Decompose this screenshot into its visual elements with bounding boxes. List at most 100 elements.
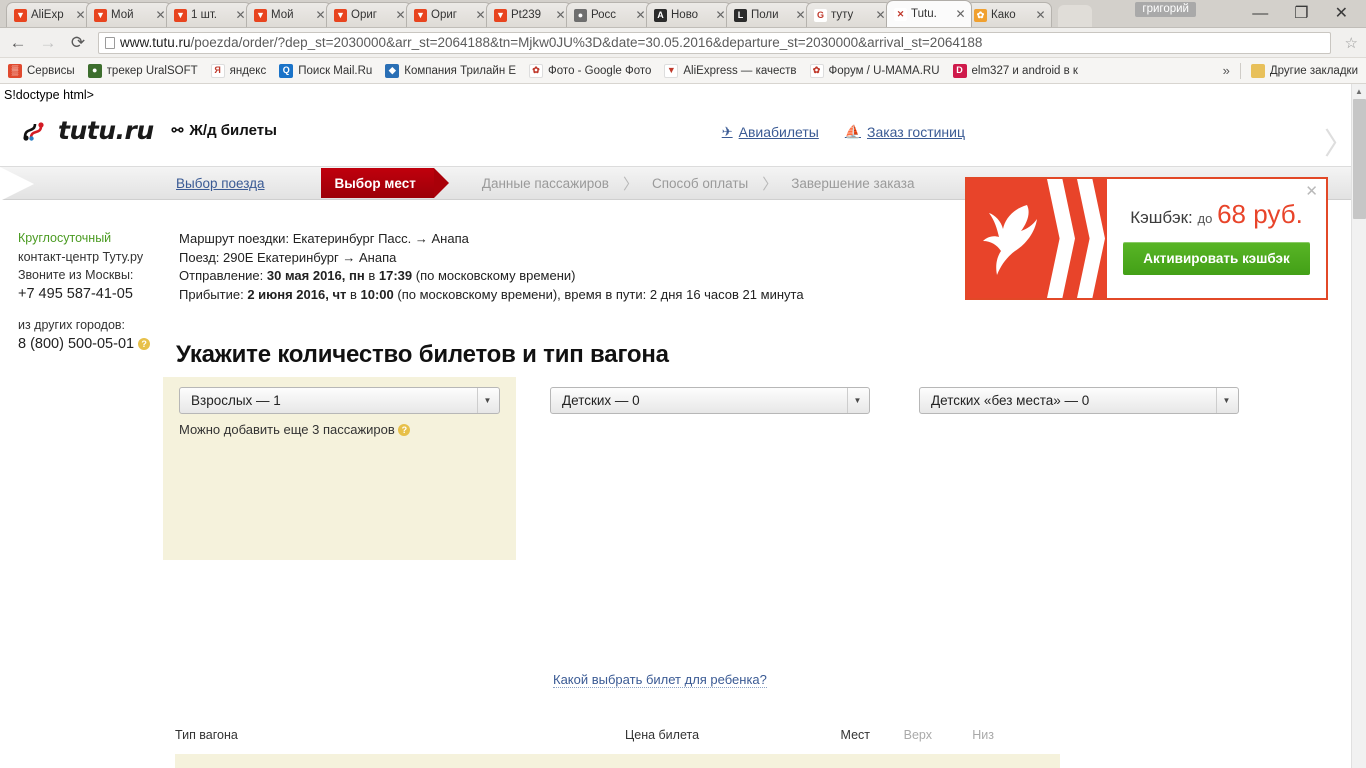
trip-arrival-note: (по московскому времени), время в пути: … [397,286,804,302]
browser-tab[interactable]: L Поли ✕ [726,2,812,27]
url-text: www.tutu.ru/poezda/order/?dep_st=2030000… [120,35,982,50]
bookmarks-right: » Другие закладки [1223,62,1358,79]
tutu-page: tutu.ru ⚯ Ж/д билеты ✈ Авиабилеты ⛵ Заказ … [0,84,1354,768]
chevron-down-icon-3: ▼ [1216,388,1236,413]
scrollbar-thumb[interactable] [1353,99,1366,219]
tab-title: Ориг [351,9,377,21]
step-separator-icon: 〉 [622,175,638,193]
browser-tab[interactable]: ▼ 1 шт. ✕ [166,2,252,27]
google-icon: G [814,8,827,22]
bookmarks-bar: ▒ Сервисы ● трекер UralSOFT Яяндекс Q Поиск Ma… [0,58,1366,84]
trip-arrival-time: 10:00 [360,286,394,302]
site-logo[interactable]: tutu.ru ⚯ Ж/д билеты [22,116,277,145]
cashback-ad-banner[interactable]: ✕ Кэшбэк: до 68 руб. Активировать кэшбэк [965,177,1328,300]
trip-train-label: Поезд: [179,249,220,265]
step-choose-train-label[interactable]: Выбор поезда [176,176,265,191]
window-controls: — ❐ ✕ [1252,0,1360,28]
browser-tab[interactable]: ▼ Ориг ✕ [326,2,412,27]
trip-train-row: Поезд: 290Е Екатеринбург → Анапа [179,249,804,268]
new-tab-button[interactable] [1058,5,1092,27]
chevron-down-icon: ▼ [477,388,497,413]
ad-close-icon[interactable]: ✕ [1305,182,1318,200]
site-top-nav: ✈ Авиабилеты ⛵ Заказ гостиниц [722,124,965,140]
help-icon[interactable]: ? [138,337,151,350]
browser-tab[interactable]: A Ново ✕ [646,2,732,27]
address-bar[interactable]: www.tutu.ru/poezda/order/?dep_st=2030000… [98,31,1331,54]
bookmark-item[interactable]: ✿ Фото - Google Фото [529,63,651,78]
nav-link-avia[interactable]: ✈ Авиабилеты [722,124,819,140]
trip-departure-label: Отправление: [179,268,264,283]
step-payment-method: Способ оплаты [652,176,748,191]
bookmark-label: Поиск Mail.Ru [298,64,373,77]
site-header: tutu.ru ⚯ Ж/д билеты ✈ Авиабилеты ⛵ Заказ … [0,112,1351,160]
bookmark-item[interactable]: ● трекер UralSOFT [87,63,198,78]
contact-line-2: контакт-центр Туту.ру [18,249,144,264]
trip-departure-mid: в [368,268,376,283]
back-arrow-icon[interactable]: ← [8,33,28,53]
wagon-types-table: Тип вагона Цена билета Мест Верх Низ Пла… [175,728,1060,768]
other-bookmarks-button[interactable]: Другие закладки [1250,63,1358,78]
tab-title: Pt239 [511,9,542,21]
browser-tab[interactable]: ▼ Pt239 ✕ [486,2,572,27]
tutu-logo-icon [22,119,46,143]
header-upper: Верх [903,728,932,742]
tab-close-icon[interactable]: ✕ [954,8,967,21]
activate-cashback-button[interactable]: Активировать кэшбэк [1123,241,1310,275]
ad-content: ✕ Кэшбэк: до 68 руб. Активировать кэшбэк [1107,179,1326,298]
bookmark-item[interactable]: ▒ Сервисы [8,63,75,78]
nav-link-hotels[interactable]: ⛵ Заказ гостиниц [845,124,965,140]
header-lower: Низ [972,728,994,742]
step-passenger-data-label: Данные пассажиров [481,175,609,191]
scroll-up-icon[interactable]: ▲ [1352,84,1366,99]
maximize-icon[interactable]: ❐ [1294,6,1308,22]
nav-link-avia-label: Авиабилеты [738,124,819,140]
nav-link-hotels-label: Заказ гостиниц [867,124,965,140]
page-scrollbar[interactable]: ▲ [1351,84,1366,768]
adults-select[interactable]: Взрослых — 1 ▼ [179,387,500,414]
google-photos-icon: ✿ [529,63,544,78]
browser-tab-active[interactable]: ✕ Tutu. ✕ [886,0,972,27]
bookmarks-overflow-icon[interactable]: » [1223,63,1230,78]
bookmark-label: Форум / U-MAMA.RU [828,64,940,77]
browser-tab[interactable]: ▼ Ориг ✕ [406,2,492,27]
table-row[interactable]: Плацкарт (3Л) 5 469 руб. 70 57 13 ФПК [175,754,1060,768]
help-icon-hint[interactable]: ? [398,424,411,436]
browser-tab[interactable]: Gтуту ✕ [806,2,892,27]
minimize-icon[interactable]: — [1252,6,1268,22]
section-label-group: ⚯ Ж/д билеты [172,122,277,139]
browser-tab[interactable]: ▼ AliExp ✕ [6,2,92,27]
bookmark-item[interactable]: ◆ Компания Трилайн Е [385,63,516,78]
other-bookmarks-label: Другие закладки [1269,64,1358,77]
bookmark-item[interactable]: Delm327 и android в к [952,63,1078,78]
infants-select[interactable]: Детских «без места» — 0 ▼ [919,387,1239,414]
child-ticket-link[interactable]: Какой выбрать билет для ребенка? [553,672,767,688]
tab-close-icon[interactable]: ✕ [1034,9,1047,22]
aliexpress-icon: ▼ [664,63,679,78]
bookmark-item[interactable]: ✿ Форум / U-MAMA.RU [809,63,940,78]
bookmark-item[interactable]: Q Поиск Mail.Ru [279,63,373,78]
trip-details: Маршрут поездки: Екатеринбург Пасс. → Ан… [179,230,804,304]
bookmark-item[interactable]: ▼ AliExpress — качеств [664,63,797,78]
tab-title: туту [831,9,854,21]
contact-sidebar: Круглосуточный контакт-центр Туту.ру Зво… [18,229,178,353]
step-choose-seats[interactable]: Выбор мест [320,168,450,198]
forward-arrow-icon[interactable]: → [38,33,58,53]
browser-tab[interactable]: ● Росс ✕ [566,2,652,27]
aliexpress-icon: ▼ [174,8,187,22]
step-passenger-data: Данные пассажиров [482,176,609,191]
browser-tab[interactable]: ▼ Мой ✕ [86,2,172,27]
step-choose-train[interactable]: Выбор поезда [176,176,265,191]
children-select[interactable]: Детских — 0 ▼ [550,387,870,414]
reload-icon[interactable]: ⟳ [68,33,88,53]
url-path: /poezda/order/?dep_st=2030000&arr_st=206… [190,35,983,50]
trip-arrival-label: Прибытие: [179,286,244,302]
ad-next-icon[interactable]: 〉 [1324,130,1354,160]
logo-word: tutu [58,116,116,145]
chevron-down-icon-2: ▼ [847,388,867,413]
browser-tab[interactable]: ✿ Како ✕ [966,2,1052,27]
bookmark-item[interactable]: Яяндекс [210,63,266,78]
close-window-icon[interactable]: ✕ [1335,6,1348,22]
bookmark-star-icon[interactable]: ☆ [1341,34,1358,52]
browser-tab[interactable]: ▼ Мой ✕ [246,2,332,27]
page-info-icon[interactable] [105,36,115,49]
